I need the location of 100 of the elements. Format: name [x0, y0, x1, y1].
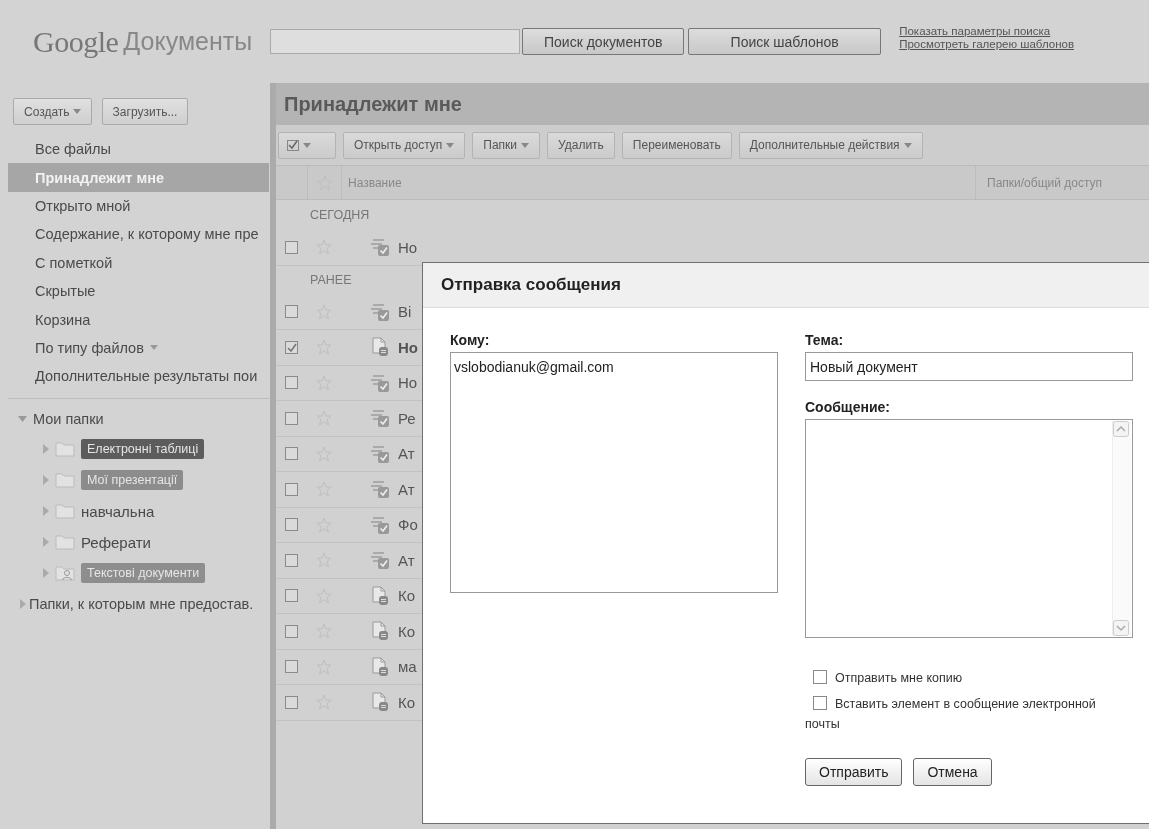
checkbox[interactable] — [285, 376, 298, 390]
sidebar-item[interactable]: Скрытые — [8, 276, 269, 306]
sidebar-item[interactable]: По типу файлов — [8, 333, 269, 363]
caret-icon — [149, 345, 158, 351]
document-icon — [370, 656, 390, 677]
collapse-triangle-icon[interactable] — [18, 415, 27, 422]
caret-icon — [903, 142, 912, 148]
checkbox[interactable] — [285, 340, 298, 354]
checkmark-icon — [287, 139, 299, 151]
checkbox[interactable] — [285, 695, 298, 709]
toolbar-button[interactable]: Дополнительные действия — [738, 131, 923, 159]
send-button[interactable]: Отправить — [805, 758, 903, 786]
group-label: СЕГОДНЯ — [310, 208, 370, 222]
file-name[interactable]: Ре — [398, 409, 416, 427]
folder-section-label[interactable]: Мои папки — [33, 410, 104, 427]
file-name[interactable]: Фо — [398, 516, 418, 534]
sidebar-item[interactable]: Все файлы — [8, 135, 269, 164]
toolbar-button[interactable]: Открыть доступ — [343, 131, 466, 159]
product-name: Документы — [123, 27, 253, 56]
sidebar-item[interactable]: Открыто мной — [8, 191, 269, 221]
checkbox[interactable] — [813, 670, 827, 684]
sidebar-item[interactable]: Корзина — [8, 305, 269, 334]
expand-triangle-icon[interactable] — [43, 568, 49, 578]
file-name[interactable]: Но — [398, 238, 418, 256]
folder-tag[interactable]: Електронні таблиці — [81, 439, 205, 459]
checkbox[interactable] — [285, 553, 298, 567]
search-field[interactable] — [270, 29, 521, 54]
caret-icon — [303, 142, 311, 148]
folder-name[interactable]: навчальна — [81, 502, 155, 520]
checkbox[interactable] — [285, 624, 298, 638]
checkbox[interactable] — [285, 482, 298, 496]
link[interactable]: Просмотреть галерею шаблонов — [899, 38, 1075, 50]
folder-name[interactable]: Реферати — [81, 533, 151, 551]
toolbar-button[interactable]: Удалить — [547, 131, 615, 159]
checkbox[interactable] — [285, 305, 298, 319]
file-name[interactable]: Ко — [398, 693, 416, 711]
create-button[interactable]: Создать — [13, 98, 92, 125]
link[interactable]: Показать параметры поиска — [899, 25, 1075, 37]
checkbox-label[interactable]: Вставить элемент в сообщение электронной почты — [805, 694, 1123, 734]
search-button[interactable]: Поиск шаблонов — [688, 28, 882, 55]
expand-triangle-icon[interactable] — [43, 537, 49, 547]
folder-section-label[interactable]: Папки, к которым мне предостав. — [29, 596, 254, 612]
logo-text: Google — [33, 24, 119, 59]
form-icon — [370, 372, 390, 393]
folder-tag[interactable]: Мої презентації — [81, 470, 184, 490]
checkbox[interactable] — [285, 411, 298, 425]
file-name[interactable]: Но — [398, 374, 418, 392]
expand-triangle-icon[interactable] — [43, 475, 49, 485]
page-title: Принадлежит мне — [284, 92, 462, 116]
field-label: Кому: — [450, 332, 491, 348]
recipient-field[interactable]: vslobodianuk@gmail.com — [450, 352, 778, 593]
sidebar-item[interactable]: Дополнительные результаты пои — [8, 362, 269, 391]
caret-icon — [446, 142, 455, 148]
folder-icon — [55, 472, 75, 488]
select-menu-button[interactable] — [278, 131, 336, 159]
form-icon — [370, 301, 390, 322]
folder-icon — [55, 503, 75, 519]
file-name[interactable]: Ат — [398, 445, 415, 463]
expand-triangle-icon[interactable] — [43, 444, 49, 454]
file-name[interactable]: Ко — [398, 622, 416, 640]
sidebar-item[interactable]: С пометкой — [8, 248, 269, 277]
subject-field[interactable]: Новый документ — [805, 352, 1133, 381]
toolbar-button[interactable]: Папки — [472, 131, 540, 159]
group-label: РАНЕЕ — [310, 273, 352, 287]
file-name[interactable]: Ко — [398, 587, 416, 605]
scroll-up-icon[interactable] — [1113, 421, 1129, 437]
checkbox[interactable] — [285, 660, 298, 674]
folder-icon — [55, 534, 75, 550]
toolbar-button[interactable]: Переименовать — [621, 131, 732, 159]
checkbox[interactable] — [285, 447, 298, 461]
dialog-title: Отправка сообщения — [441, 275, 621, 295]
caret-icon — [72, 109, 81, 114]
document-icon — [370, 692, 390, 713]
file-name[interactable]: Но — [398, 338, 418, 356]
file-name[interactable]: ма — [398, 658, 417, 676]
sidebar-item[interactable]: Содержание, к которому мне пре — [8, 220, 269, 249]
document-icon — [370, 621, 390, 642]
upload-button[interactable]: Загрузить... — [101, 98, 189, 125]
scroll-down-icon[interactable] — [1113, 620, 1129, 636]
file-name[interactable]: Ві — [398, 303, 412, 321]
file-name[interactable]: Ат — [398, 480, 415, 498]
folder-tag[interactable]: Текстові документи — [81, 563, 206, 583]
form-icon — [370, 514, 390, 535]
checkbox-label[interactable]: Отправить мне копию — [805, 668, 1123, 688]
file-name[interactable]: Ат — [398, 551, 415, 569]
search-button[interactable]: Поиск документов — [522, 28, 685, 55]
expand-triangle-icon[interactable] — [43, 506, 49, 516]
cancel-button[interactable]: Отмена — [913, 758, 992, 786]
form-icon — [370, 550, 390, 571]
message-field[interactable] — [805, 419, 1133, 638]
scrollbar[interactable] — [1112, 421, 1131, 636]
checkbox[interactable] — [285, 589, 298, 603]
checkbox[interactable] — [813, 696, 827, 710]
checkbox[interactable] — [285, 240, 298, 254]
form-icon — [370, 237, 390, 258]
checkbox[interactable] — [285, 518, 298, 532]
check-icon — [286, 341, 297, 353]
expand-triangle-icon[interactable] — [20, 599, 26, 609]
document-icon — [370, 585, 390, 606]
shared-folder-icon — [55, 565, 75, 581]
